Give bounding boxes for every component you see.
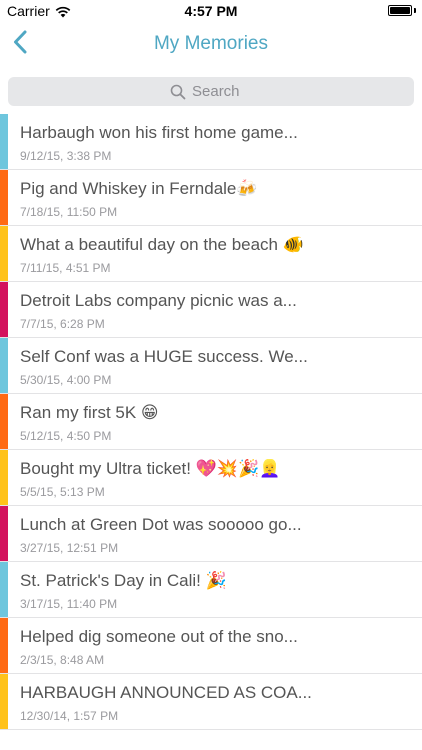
memory-title: Helped dig someone out of the sno... bbox=[20, 627, 298, 646]
memory-date: 7/7/15, 6:28 PM bbox=[20, 317, 105, 331]
color-stripe bbox=[0, 450, 8, 505]
memory-title: Detroit Labs company picnic was a... bbox=[20, 291, 297, 310]
memory-title: Lunch at Green Dot was sooooo go... bbox=[20, 515, 302, 534]
memory-date: 2/3/15, 8:48 AM bbox=[20, 653, 105, 667]
search-input[interactable] bbox=[192, 83, 252, 100]
memory-row[interactable]: Harbaugh won his first home game... 9/12/… bbox=[0, 114, 422, 170]
battery-icon bbox=[388, 5, 412, 16]
color-stripe bbox=[0, 114, 8, 169]
nav-bar: My Memories bbox=[0, 22, 422, 66]
battery-fill bbox=[390, 7, 410, 14]
color-stripe bbox=[0, 618, 8, 673]
memory-title: HARBAUGH ANNOUNCED AS COA... bbox=[20, 683, 312, 702]
color-stripe bbox=[0, 674, 8, 729]
status-time: 4:57 PM bbox=[184, 3, 238, 19]
memory-date: 3/27/15, 12:51 PM bbox=[20, 541, 119, 555]
memory-title: St. Patrick's Day in Cali! 🎉 bbox=[20, 571, 227, 590]
color-stripe bbox=[0, 282, 8, 337]
memory-date: 5/12/15, 4:50 PM bbox=[20, 429, 112, 443]
memory-row[interactable]: Detroit Labs company picnic was a... 7/7/… bbox=[0, 282, 422, 338]
memory-row[interactable]: Lunch at Green Dot was sooooo go... 3/27/… bbox=[0, 506, 422, 562]
memory-title: Bought my Ultra ticket! 💖💥🎉👱‍♀️ bbox=[20, 459, 281, 478]
color-stripe bbox=[0, 394, 8, 449]
memory-date: 3/17/15, 11:40 PM bbox=[20, 597, 118, 611]
memory-date: 12/30/14, 1:57 PM bbox=[20, 709, 119, 723]
memory-title: Self Conf was a HUGE success. We... bbox=[20, 347, 308, 366]
memory-row[interactable]: Ran my first 5K 😁 5/12/15, 4:50 PM bbox=[0, 394, 422, 450]
search-bar[interactable] bbox=[8, 77, 414, 106]
memory-row[interactable]: Helped dig someone out of the sno... 2/3/… bbox=[0, 618, 422, 674]
color-stripe bbox=[0, 506, 8, 561]
color-stripe bbox=[0, 562, 8, 617]
status-bar: Carrier 4:57 PM bbox=[0, 0, 422, 22]
color-stripe bbox=[0, 170, 8, 225]
search-inner bbox=[170, 83, 252, 100]
memory-row[interactable]: Bought my Ultra ticket! 💖💥🎉👱‍♀️ 5/5/15, 5… bbox=[0, 450, 422, 506]
memory-date: 5/30/15, 4:00 PM bbox=[20, 373, 112, 387]
color-stripe bbox=[0, 226, 8, 281]
memory-row[interactable]: St. Patrick's Day in Cali! 🎉 3/17/15, 11:… bbox=[0, 562, 422, 618]
memory-title: Ran my first 5K 😁 bbox=[20, 403, 159, 422]
memory-row[interactable]: HARBAUGH ANNOUNCED AS COA... 12/30/14, 1:… bbox=[0, 674, 422, 730]
memory-date: 5/5/15, 5:13 PM bbox=[20, 485, 105, 499]
memory-title: Harbaugh won his first home game... bbox=[20, 123, 298, 142]
memory-date: 7/11/15, 4:51 PM bbox=[20, 261, 111, 275]
memory-date: 9/12/15, 3:38 PM bbox=[20, 149, 112, 163]
battery-tip bbox=[414, 8, 416, 13]
memory-row[interactable]: What a beautiful day on the beach 🐠 7/11/… bbox=[0, 226, 422, 282]
memory-date: 7/18/15, 11:50 PM bbox=[20, 205, 118, 219]
memory-list: Harbaugh won his first home game... 9/12/… bbox=[0, 114, 422, 730]
memory-title: Pig and Whiskey in Ferndale🍻 bbox=[20, 179, 258, 198]
color-stripe bbox=[0, 338, 8, 393]
memory-title: What a beautiful day on the beach 🐠 bbox=[20, 235, 304, 254]
memory-row[interactable]: Pig and Whiskey in Ferndale🍻 7/18/15, 11:… bbox=[0, 170, 422, 226]
search-icon bbox=[170, 84, 186, 100]
memory-row[interactable]: Self Conf was a HUGE success. We... 5/30/… bbox=[0, 338, 422, 394]
page-title: My Memories bbox=[153, 33, 268, 54]
